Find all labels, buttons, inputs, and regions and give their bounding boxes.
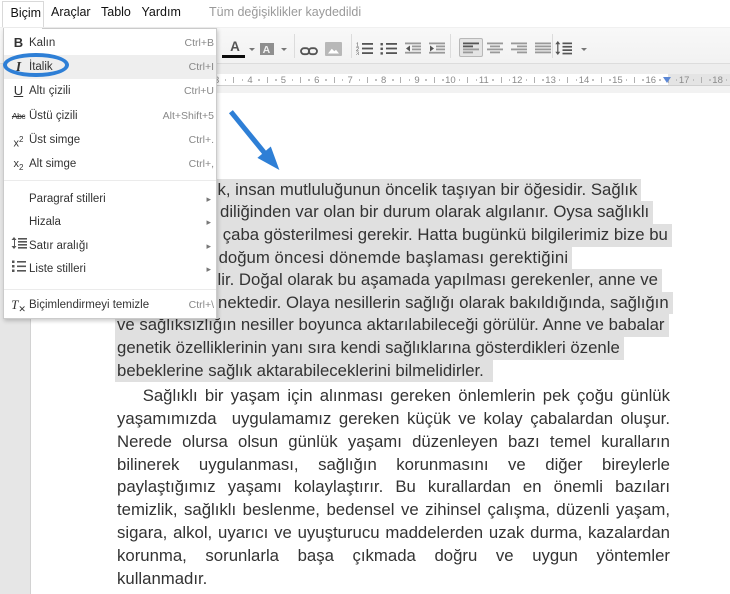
svg-text:3: 3 [356, 52, 359, 56]
svg-text:A: A [263, 44, 271, 55]
